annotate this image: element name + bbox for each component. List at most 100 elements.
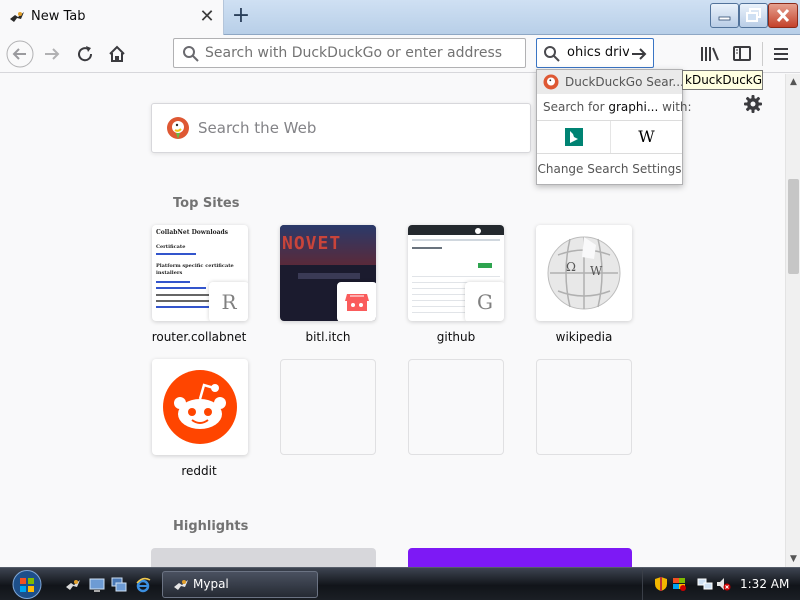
bing-engine-button[interactable] — [537, 121, 610, 153]
security-shield-icon[interactable] — [653, 576, 669, 592]
mypal-icon — [10, 12, 24, 22]
highlights-title: Highlights — [173, 519, 249, 534]
thumb-text-line — [156, 300, 214, 302]
search-icon — [544, 46, 560, 62]
highlight-card[interactable] — [151, 548, 376, 567]
tab-strip: New Tab ✕ + — [0, 0, 800, 35]
new-tab-button[interactable]: + — [229, 5, 253, 29]
thumb-text-line — [156, 294, 216, 296]
top-site-bitl-itch[interactable]: NOVET — [280, 225, 376, 321]
top-site-label[interactable]: router.collabnet — [139, 330, 259, 344]
restore-button[interactable] — [739, 3, 768, 28]
gear-icon[interactable] — [743, 94, 763, 114]
top-site-label[interactable]: wikipedia — [524, 330, 644, 344]
reload-icon[interactable] — [70, 39, 100, 69]
tile-thumbnail-header — [408, 225, 504, 235]
minimize-button[interactable] — [710, 3, 739, 28]
wikipedia-globe-icon: Ω W — [547, 236, 621, 310]
page-scrollbar[interactable]: ▲ ▼ — [785, 74, 800, 567]
url-bar[interactable] — [173, 38, 526, 68]
top-sites-title: Top Sites — [173, 196, 240, 211]
thumb-link-line — [156, 281, 190, 283]
search-bar-text[interactable]: ohics driv — [567, 45, 630, 60]
reddit-icon — [163, 370, 237, 444]
top-site-wikipedia[interactable]: Ω W — [536, 225, 632, 321]
scroll-down-arrow-icon[interactable]: ▼ — [786, 551, 800, 567]
popup-engine-header[interactable]: DuckDuckGo Sear... — [537, 70, 684, 94]
network-icon[interactable] — [697, 576, 713, 592]
tab-title: New Tab — [31, 9, 86, 24]
top-site-router-collabnet[interactable]: CollabNet Downloads Certificate Platform… — [152, 225, 248, 321]
itch-icon — [345, 294, 369, 311]
start-button[interactable] — [8, 569, 46, 600]
close-tab-icon[interactable]: ✕ — [198, 8, 216, 26]
svg-text:Ω: Ω — [566, 260, 576, 274]
thumb-link-line — [156, 253, 196, 255]
mypal-quicklaunch-icon[interactable] — [65, 577, 81, 593]
tray-clock[interactable]: 1:32 AM — [740, 577, 789, 591]
duckduckgo-icon — [167, 117, 189, 139]
top-site-label[interactable]: bitl.itch — [268, 330, 388, 344]
taskbar-button-label: Mypal — [193, 577, 229, 591]
action-center-flag-icon[interactable] — [671, 576, 687, 592]
search-icon — [183, 46, 199, 62]
toolbar-divider — [762, 42, 763, 66]
tile-letter-badge: G — [465, 282, 504, 321]
go-arrow-icon[interactable] — [629, 44, 649, 64]
itch-badge — [337, 282, 376, 321]
sidebar-icon[interactable] — [732, 43, 752, 65]
home-icon[interactable] — [102, 39, 132, 69]
windows-taskbar: Mypal 1:32 AM — [0, 567, 800, 600]
system-tray: 1:32 AM — [642, 568, 800, 600]
search-for-suffix: with: — [658, 100, 692, 114]
search-for-query: graphi... — [608, 100, 659, 114]
mypal-icon — [174, 580, 188, 590]
search-bar[interactable]: ohics driv — [536, 38, 654, 68]
highlight-card[interactable] — [408, 548, 632, 567]
thumb-subheading: Certificate — [156, 244, 186, 250]
address-input[interactable] — [205, 39, 520, 67]
library-icon[interactable] — [699, 43, 721, 65]
duckduckgo-icon — [543, 74, 559, 90]
internet-explorer-icon[interactable] — [135, 577, 151, 593]
close-window-button[interactable] — [768, 3, 798, 28]
search-suggestions-popup: DuckDuckGo Sear... Search for graphi... … — [536, 69, 692, 185]
thumb-section: Platform specific certificate installers — [156, 263, 234, 276]
volume-muted-icon[interactable] — [715, 576, 731, 592]
tooltip: kDuckDuckGo — [682, 70, 763, 90]
thumb-banner-text: NOVET — [282, 233, 342, 254]
top-site-github[interactable]: G — [408, 225, 504, 321]
tab-new-tab[interactable]: New Tab ✕ — [0, 0, 224, 35]
popup-search-for-text: Search for graphi... with: — [543, 100, 692, 114]
empty-top-site[interactable] — [408, 359, 504, 455]
empty-top-site[interactable] — [280, 359, 376, 455]
change-search-settings-button[interactable]: Change Search Settings — [537, 154, 682, 185]
top-site-label[interactable]: github — [396, 330, 516, 344]
thumb-text-line — [298, 273, 360, 279]
web-search-box[interactable] — [151, 103, 531, 153]
web-search-input[interactable] — [198, 104, 518, 152]
back-icon[interactable] — [5, 39, 35, 69]
bing-icon — [565, 128, 583, 146]
thumb-text-line — [412, 247, 442, 249]
thumb-green-button — [478, 263, 492, 268]
scroll-thumb[interactable] — [788, 179, 799, 274]
scroll-up-arrow-icon[interactable]: ▲ — [786, 74, 800, 90]
hamburger-menu-icon[interactable] — [770, 43, 792, 65]
wiki-glyph: W — [590, 264, 603, 278]
top-site-reddit[interactable] — [152, 359, 248, 455]
popup-engine-label: DuckDuckGo Sear... — [565, 75, 684, 89]
search-for-prefix: Search for — [543, 100, 609, 114]
taskbar-button-mypal[interactable]: Mypal — [162, 571, 318, 598]
nav-toolbar: ohics driv — [0, 35, 800, 73]
thumb-heading: CollabNet Downloads — [156, 229, 229, 236]
show-desktop-icon[interactable] — [89, 577, 105, 593]
forward-icon[interactable] — [37, 39, 67, 69]
thumb-text-line — [412, 239, 500, 241]
switch-windows-icon[interactable] — [111, 577, 127, 593]
tile-letter-badge: R — [209, 282, 248, 321]
thumb-link-line — [156, 287, 206, 289]
wikipedia-engine-button[interactable]: W — [610, 121, 682, 153]
empty-top-site[interactable] — [536, 359, 632, 455]
top-site-label[interactable]: reddit — [139, 464, 259, 478]
